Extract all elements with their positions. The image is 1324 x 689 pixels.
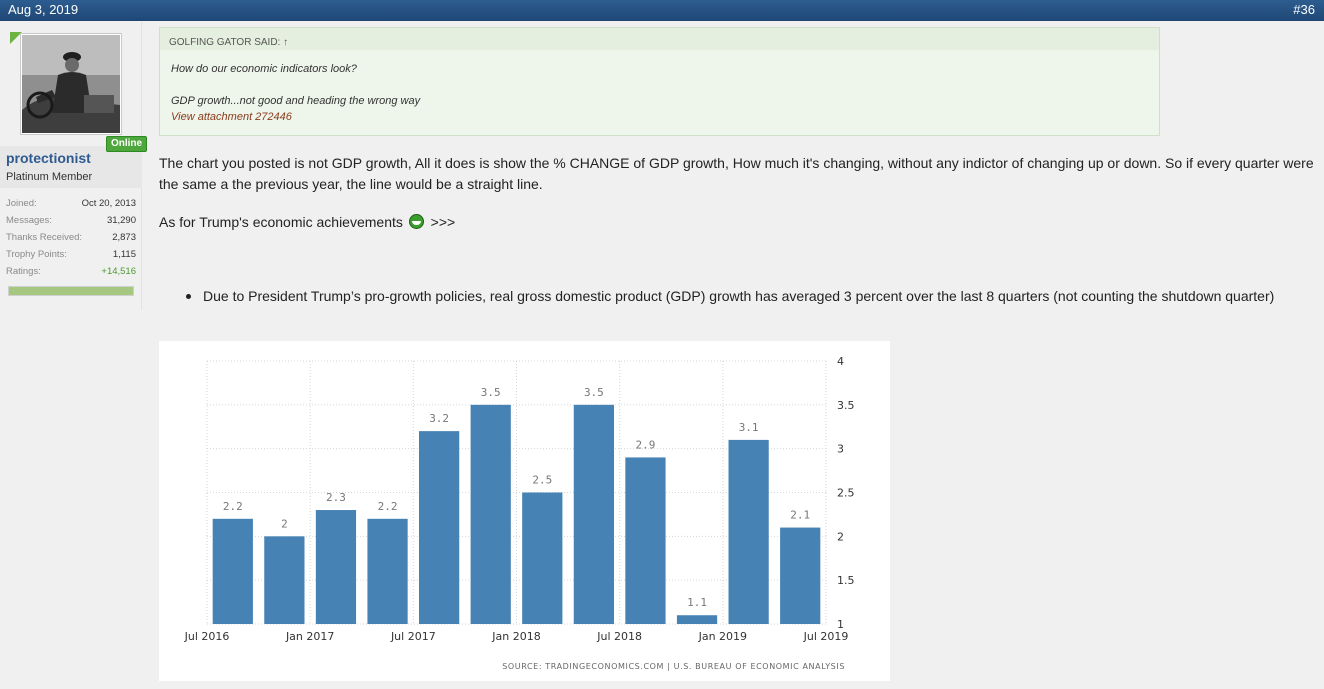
stat-value: Oct 20, 2013 — [81, 198, 136, 209]
x-tick-label: Jan 2017 — [285, 630, 334, 643]
bar-value-label: 2.3 — [326, 491, 346, 504]
stat-row-ratings: Ratings: +14,516 — [6, 266, 136, 283]
bar-value-label: 1.1 — [687, 596, 707, 609]
stat-label: Ratings: — [6, 266, 41, 277]
x-tick-label: Jul 2016 — [184, 630, 230, 643]
bar — [573, 404, 614, 624]
smiley-icon — [408, 214, 424, 229]
bar — [522, 492, 563, 624]
quote-author-name: GOLFING GATOR SAID: — [169, 37, 281, 48]
bar-value-label: 2.2 — [378, 500, 398, 513]
y-tick-label: 2.5 — [837, 487, 855, 500]
x-tick-label: Jul 2019 — [803, 630, 849, 643]
y-tick-label: 1.5 — [837, 574, 855, 587]
bar — [264, 536, 305, 624]
user-title: Platinum Member — [6, 171, 93, 183]
x-tick-label: Jul 2017 — [390, 630, 436, 643]
quote-line: GDP growth...not good and heading the wr… — [171, 95, 421, 107]
avatar-image — [22, 35, 120, 133]
user-stats: Joined: Oct 20, 2013 Messages: 31,290 Than… — [6, 198, 136, 283]
bar — [212, 518, 253, 624]
message-paragraph: As for Trump's economic achievements >>> — [159, 214, 455, 230]
y-tick-label: 4 — [837, 355, 844, 368]
bar-value-label: 3.2 — [429, 412, 449, 425]
stat-row-joined: Joined: Oct 20, 2013 — [6, 198, 136, 215]
bar — [780, 527, 821, 624]
bar — [315, 510, 357, 624]
stat-row-messages: Messages: 31,290 — [6, 215, 136, 232]
message-paragraph: The chart you posted is not GDP growth, … — [159, 155, 1314, 192]
bar — [367, 518, 408, 624]
x-tick-label: Jan 2019 — [698, 630, 747, 643]
bar-value-label: 2 — [281, 517, 288, 530]
stat-value: +14,516 — [101, 266, 136, 277]
stat-value[interactable]: 1,115 — [113, 249, 136, 266]
quote-jump-icon[interactable]: ↑ — [283, 37, 288, 48]
attachment-link[interactable]: View attachment 272446 — [171, 111, 292, 123]
bar-value-label: 2.5 — [532, 474, 552, 487]
y-tick-label: 3 — [837, 443, 844, 456]
username-link[interactable]: protectionist — [6, 150, 91, 166]
quote-header — [160, 28, 1159, 50]
avatar[interactable] — [20, 33, 122, 135]
stat-value: 2,873 — [112, 232, 136, 243]
post-date[interactable]: Aug 3, 2019 — [8, 2, 78, 17]
bar — [676, 615, 718, 624]
bar — [470, 404, 511, 624]
bar — [625, 457, 666, 624]
y-tick-label: 2 — [837, 530, 844, 543]
stat-value[interactable]: 31,290 — [107, 215, 136, 232]
ratings-bar — [8, 286, 134, 296]
user-info-panel: Online protectionist Platinum Member Joi… — [0, 22, 147, 310]
stat-label: Joined: — [6, 198, 37, 209]
quote-block: GOLFING GATOR SAID: ↑ How do our economi… — [159, 27, 1160, 136]
bar — [728, 439, 769, 624]
bar-value-label: 2.9 — [636, 438, 656, 451]
gdp-chart-image: 1 1.5 2 2.5 3 3.5 4 2.2 2 2.3 2.2 3.2 3.5 2.5 3.5 2.9 1.… — [159, 341, 890, 681]
x-tick-label: Jan 2018 — [491, 630, 540, 643]
stat-label: Messages: — [6, 215, 52, 226]
x-tick-label: Jul 2018 — [596, 630, 642, 643]
post-header-bar: Aug 3, 2019 #36 — [0, 0, 1324, 21]
message-text: >>> — [430, 214, 456, 230]
gdp-bar-chart: 11.522.533.542.222.32.23.23.52.53.52.91.… — [184, 355, 855, 671]
bar — [419, 431, 460, 624]
stat-label: Thanks Received: — [6, 232, 83, 243]
bar-value-label: 2.1 — [790, 509, 810, 522]
chart-source: SOURCE: TRADINGECONOMICS.COM | U.S. BURE… — [502, 662, 845, 671]
bar-value-label: 2.2 — [223, 500, 243, 513]
message-text: As for Trump's economic achievements — [159, 214, 403, 230]
bar-value-label: 3.5 — [481, 386, 501, 399]
online-badge: Online — [106, 136, 147, 152]
quote-line: How do our economic indicators look? — [171, 63, 357, 75]
bar-value-label: 3.5 — [584, 386, 604, 399]
stat-row-trophy: Trophy Points: 1,115 — [6, 249, 136, 266]
bar-value-label: 3.1 — [739, 421, 759, 434]
bullet-item: Due to President Trump’s pro-growth poli… — [186, 286, 1286, 307]
y-tick-label: 3.5 — [837, 399, 855, 412]
quote-author: GOLFING GATOR SAID: ↑ — [169, 37, 288, 48]
stat-label: Trophy Points: — [6, 249, 67, 260]
post-number[interactable]: #36 — [1293, 2, 1315, 17]
stat-row-thanks: Thanks Received: 2,873 — [6, 232, 136, 249]
